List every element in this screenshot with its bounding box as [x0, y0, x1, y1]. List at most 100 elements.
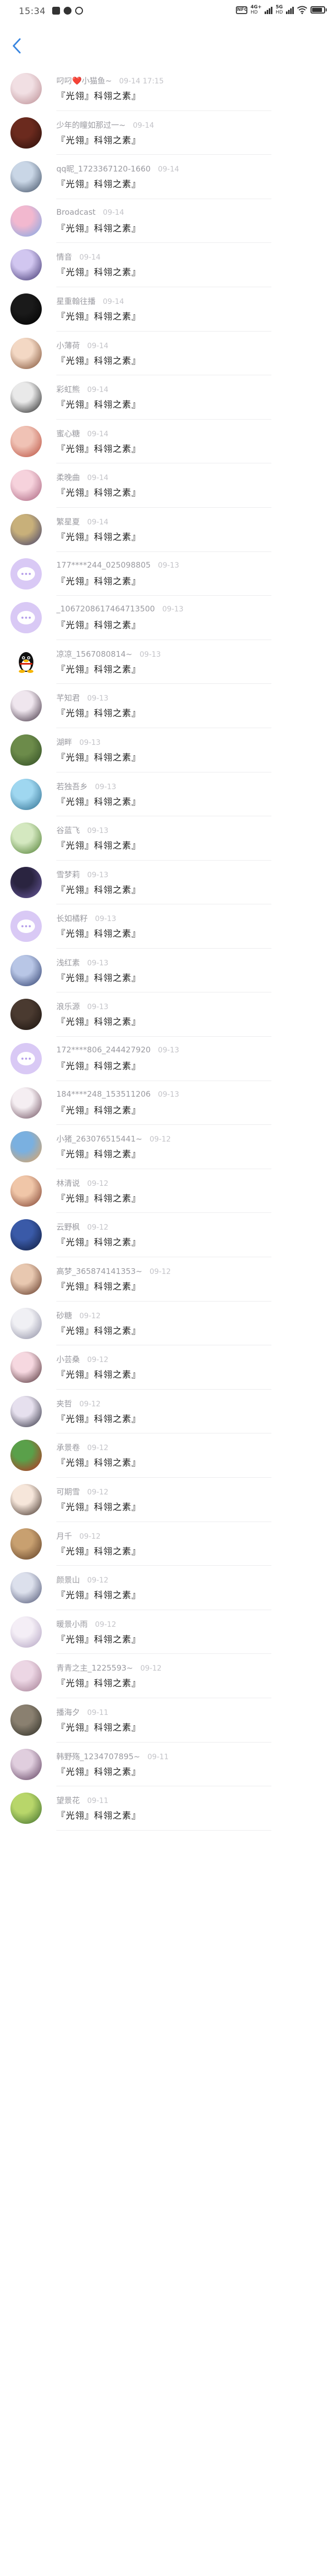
list-item[interactable]: 浪乐源 09-13 『光翎』科翎之素』: [0, 992, 334, 1037]
list-item[interactable]: 浅红素 09-13 『光翎』科翎之素』: [0, 949, 334, 993]
avatar[interactable]: [10, 1616, 42, 1648]
nick-line: 情音 09-14: [56, 251, 276, 262]
list-item[interactable]: 可期雪 09-12 『光翎』科翎之素』: [0, 1478, 334, 1522]
list-item[interactable]: 177****244_025098805 09-13 『光翎』科翎之素』: [0, 552, 334, 596]
avatar[interactable]: [10, 382, 42, 413]
list-item[interactable]: 青青之主_1225593~ 09-12 『光翎』科翎之素』: [0, 1654, 334, 1698]
timestamp: 09-12: [149, 1135, 171, 1144]
list-item[interactable]: 小芸桑 09-12 『光翎』科翎之素』: [0, 1345, 334, 1390]
list-item[interactable]: 小猪_263076515441~ 09-12 『光翎』科翎之素』: [0, 1125, 334, 1169]
nick-line: 夹哲 09-12: [56, 1398, 276, 1409]
message-preview: 『光翎』科翎之素』: [56, 400, 141, 411]
avatar[interactable]: [10, 1043, 42, 1075]
list-item[interactable]: 月千 09-12 『光翎』科翎之素』: [0, 1522, 334, 1566]
nick-line: 颜景山 09-12: [56, 1574, 276, 1585]
nick-line: 叼叼❤️小猫鱼~ 09-14 17:15: [56, 75, 276, 86]
avatar[interactable]: [10, 205, 42, 237]
avatar[interactable]: [10, 558, 42, 590]
back-button[interactable]: [7, 35, 26, 56]
avatar[interactable]: [10, 999, 42, 1031]
list-item[interactable]: 蜜心糖 09-14 『光翎』科翎之素』: [0, 420, 334, 464]
avatar[interactable]: [10, 425, 42, 457]
nick-line: 柔晚曲 09-14: [56, 472, 276, 483]
list-item[interactable]: Broadcast 09-14 『光翎』科翎之素』: [0, 199, 334, 243]
list-item[interactable]: 暖景小雨 09-12 『光翎』科翎之素』: [0, 1610, 334, 1654]
list-item[interactable]: 184****248_153511206 09-13 『光翎』科翎之素』: [0, 1081, 334, 1125]
avatar[interactable]: [10, 513, 42, 545]
list-item[interactable]: 韩野殇_1234707895~ 09-11 『光翎』科翎之素』: [0, 1743, 334, 1787]
list-item[interactable]: 播海夕 09-11 『光翎』科翎之素』: [0, 1698, 334, 1743]
nickname: 小猪_263076515441~: [56, 1134, 142, 1144]
list-item[interactable]: 星重翰往播 09-14 『光翎』科翎之素』: [0, 287, 334, 332]
list-item[interactable]: qq昵_1723367120-1660 09-14 『光翎』科翎之素』: [0, 155, 334, 199]
avatar[interactable]: [10, 734, 42, 766]
avatar[interactable]: [10, 646, 42, 678]
avatar[interactable]: [10, 866, 42, 898]
nick-line: Broadcast 09-14: [56, 207, 276, 217]
list-item[interactable]: 彩虹熊 09-14 『光翎』科翎之素』: [0, 375, 334, 420]
nick-line: 184****248_153511206 09-13: [56, 1089, 276, 1099]
avatar[interactable]: [10, 690, 42, 722]
avatar[interactable]: [10, 1219, 42, 1251]
list-item[interactable]: 少年的瞳如那过一~ 09-14 『光翎』科翎之素』: [0, 111, 334, 155]
nick-line: 芊知君 09-13: [56, 692, 276, 703]
avatar[interactable]: [10, 117, 42, 149]
avatar[interactable]: [10, 73, 42, 104]
avatar[interactable]: [10, 1704, 42, 1736]
avatar[interactable]: [10, 1087, 42, 1119]
list-item[interactable]: 若独吾乡 09-13 『光翎』科翎之素』: [0, 772, 334, 817]
avatar[interactable]: [10, 1484, 42, 1515]
list-item[interactable]: 高梦_365874141353~ 09-12 『光翎』科翎之素』: [0, 1257, 334, 1302]
avatar[interactable]: [10, 954, 42, 986]
list-item[interactable]: 小薄荷 09-14 『光翎』科翎之素』: [0, 332, 334, 376]
avatar[interactable]: [10, 337, 42, 369]
list-item[interactable]: 砂糖 09-12 『光翎』科翎之素』: [0, 1302, 334, 1346]
avatar[interactable]: [10, 249, 42, 281]
list-item[interactable]: 长如橘籽 09-13 『光翎』科翎之素』: [0, 904, 334, 949]
avatar[interactable]: [10, 1264, 42, 1295]
list-item[interactable]: 情音 09-14 『光翎』科翎之素』: [0, 243, 334, 287]
list-item[interactable]: 夹哲 09-12 『光翎』科翎之素』: [0, 1390, 334, 1434]
avatar[interactable]: [10, 1175, 42, 1207]
list-item[interactable]: 颜景山 09-12 『光翎』科翎之素』: [0, 1566, 334, 1610]
avatar[interactable]: [10, 911, 42, 942]
list-item[interactable]: _1067208617464713500 09-13 『光翎』科翎之素』: [0, 596, 334, 640]
list-item[interactable]: 云野枫 09-12 『光翎』科翎之素』: [0, 1213, 334, 1258]
avatar[interactable]: [10, 1131, 42, 1163]
avatar[interactable]: [10, 470, 42, 501]
avatar[interactable]: [10, 602, 42, 634]
avatar[interactable]: [10, 1572, 42, 1604]
timestamp: 09-14: [87, 474, 109, 483]
list-item[interactable]: 谷蓝飞 09-13 『光翎』科翎之素』: [0, 816, 334, 861]
list-item[interactable]: 叼叼❤️小猫鱼~ 09-14 17:15 『光翎』科翎之素』: [0, 67, 334, 111]
avatar[interactable]: [10, 1748, 42, 1780]
list-item[interactable]: 湖畔 09-13 『光翎』科翎之素』: [0, 728, 334, 772]
nickname: 可期雪: [56, 1487, 80, 1496]
avatar[interactable]: [10, 293, 42, 325]
nickname: 柔晚曲: [56, 473, 80, 483]
list-item[interactable]: 繁星夏 09-14 『光翎』科翎之素』: [0, 508, 334, 552]
avatar[interactable]: [10, 1352, 42, 1383]
message-preview: 『光翎』科翎之素』: [56, 91, 141, 102]
list-item[interactable]: 雪梦莉 09-13 『光翎』科翎之素』: [0, 861, 334, 905]
list-item[interactable]: 望景花 09-11 『光翎』科翎之素』: [0, 1786, 334, 1831]
list-item[interactable]: 凉凉_1567080814~ 09-13 『光翎』科翎之素』: [0, 640, 334, 684]
list-item[interactable]: 承景卷 09-12 『光翎』科翎之素』: [0, 1433, 334, 1478]
avatar[interactable]: [10, 1660, 42, 1692]
nickname: 星重翰往播: [56, 296, 96, 306]
app-notification-icon: [52, 7, 60, 15]
avatar[interactable]: [10, 1793, 42, 1824]
avatar[interactable]: [10, 823, 42, 854]
avatar[interactable]: [10, 1528, 42, 1560]
nick-line: 月千 09-12: [56, 1530, 276, 1541]
avatar[interactable]: [10, 1307, 42, 1339]
list-item[interactable]: 林清说 09-12 『光翎』科翎之素』: [0, 1169, 334, 1213]
list-item[interactable]: 柔晚曲 09-14 『光翎』科翎之素』: [0, 463, 334, 508]
avatar[interactable]: [10, 1440, 42, 1471]
list-item[interactable]: 芊知君 09-13 『光翎』科翎之素』: [0, 684, 334, 728]
timestamp: 09-11: [147, 1752, 169, 1761]
avatar[interactable]: [10, 1395, 42, 1427]
avatar[interactable]: [10, 778, 42, 810]
list-item[interactable]: 172****806_244427920 09-13 『光翎』科翎之素』: [0, 1037, 334, 1081]
avatar[interactable]: [10, 161, 42, 193]
